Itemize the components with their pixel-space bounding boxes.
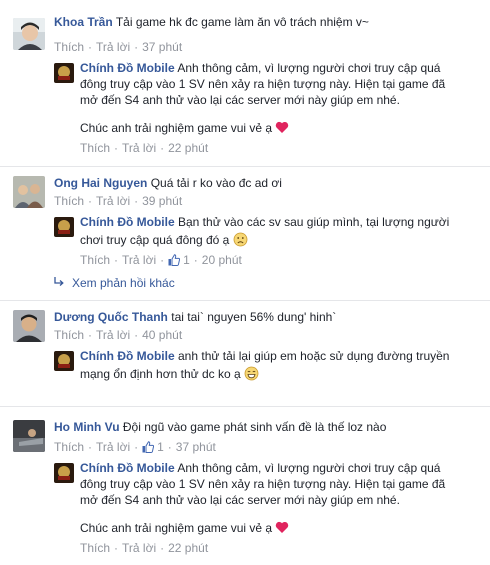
like-link[interactable]: Thích <box>54 40 84 54</box>
comment-author[interactable]: Dương Quốc Thanh <box>54 310 168 324</box>
comment-text: Quá tải r ko vào đc ad ơi <box>150 176 282 190</box>
reply-link[interactable]: Trả lời <box>96 328 130 342</box>
reply-author[interactable]: Chính Đồ Mobile <box>80 61 175 75</box>
chinh-do-logo-icon <box>54 63 74 83</box>
comment-author[interactable]: Ong Hai Nguyen <box>54 176 147 190</box>
reply-link[interactable]: Trả lời <box>96 40 130 54</box>
comment-text: Tải game hk đc game làm ăn vô trách nhiệ… <box>115 15 369 29</box>
comment-timestamp[interactable]: 37 phút <box>142 40 182 54</box>
meta-dot: · <box>134 194 139 208</box>
comment-author[interactable]: Ho Minh Vu <box>54 420 120 434</box>
like-link[interactable]: Thích <box>54 328 84 342</box>
reply-text-line-3: mở đến S4 anh thử vào lại các server mới… <box>80 93 400 107</box>
avatar-photo <box>13 420 45 452</box>
reply-text-line-2: chơi truy cập quá đông đó ạ <box>80 233 230 247</box>
reply-timestamp[interactable]: 22 phút <box>168 541 208 555</box>
meta-dot: · <box>160 541 165 555</box>
avatar-photo <box>13 310 45 342</box>
page-avatar[interactable] <box>54 217 74 237</box>
avatar-photo <box>13 18 45 50</box>
meta-dot: · <box>114 253 119 267</box>
reply-text-line-1: Anh thông cảm, vì lượng người chơi truy … <box>177 461 441 475</box>
reply-text-line-2: đông truy cập vào 1 SV nên xảy ra hiện t… <box>80 477 446 491</box>
comment-text: Đội ngũ vào game phát sinh vấn đề là thế… <box>122 420 387 434</box>
reply-text-line-1: anh thử tải lại giúp em hoặc sử dụng đườ… <box>178 349 450 363</box>
reply-arrow-icon <box>54 277 64 286</box>
like-link[interactable]: Thích <box>80 141 110 155</box>
comment-separator <box>0 300 490 301</box>
comment-actions: Thích · Trả lời · 40 phút <box>54 327 182 343</box>
sad-face-icon <box>233 232 248 247</box>
reply-author[interactable]: Chính Đồ Mobile <box>80 461 175 475</box>
like-count[interactable]: 1 <box>157 440 164 454</box>
meta-dot: · <box>114 141 119 155</box>
reply-actions: Thích · Trả lời · 22 phút <box>80 140 208 156</box>
reply-link[interactable]: Trả lời <box>122 541 156 555</box>
avatar-khoa-tran[interactable] <box>13 18 45 50</box>
reply-timestamp[interactable]: 22 phút <box>168 141 208 155</box>
like-link[interactable]: Thích <box>80 541 110 555</box>
meta-dot: · <box>114 541 119 555</box>
comment-text: tai tai` nguyen 56% dung' hinh` <box>171 310 337 324</box>
meta-dot: · <box>134 40 139 54</box>
comment-actions: Thích · Trả lời · 39 phút <box>54 193 182 209</box>
comment-separator <box>0 166 490 167</box>
like-thumb-icon <box>168 254 181 266</box>
heart-icon <box>276 521 289 533</box>
comment-timestamp[interactable]: 39 phút <box>142 194 182 208</box>
chinh-do-logo-icon <box>54 463 74 483</box>
reply-closing: Chúc anh trải nghiệm game vui vẻ ạ <box>80 521 273 535</box>
comment-actions: Thích · Trả lời · 37 phút <box>54 39 182 55</box>
page-avatar[interactable] <box>54 463 74 483</box>
meta-dot: · <box>134 328 139 342</box>
avatar-ho-minh-vu[interactable] <box>13 420 45 452</box>
like-link[interactable]: Thích <box>54 194 84 208</box>
avatar-ong-hai-nguyen[interactable] <box>13 176 45 208</box>
like-thumb-icon <box>142 441 155 453</box>
reply-link[interactable]: Trả lời <box>122 141 156 155</box>
reply-text-line-3: mở đến S4 anh thử vào lại các server mới… <box>80 493 400 507</box>
page-avatar[interactable] <box>54 63 74 83</box>
reply-timestamp[interactable]: 20 phút <box>202 253 242 267</box>
reply-link[interactable]: Trả lời <box>122 253 156 267</box>
reply-link[interactable]: Trả lời <box>96 440 130 454</box>
comment-author[interactable]: Khoa Trần <box>54 15 113 29</box>
meta-dot: · <box>160 253 165 267</box>
comment-actions: Thích · Trả lời · 1 · 37 phút <box>54 439 216 455</box>
meta-dot: · <box>193 253 198 267</box>
reply-text-line-1: Bạn thử vào các sv sau giúp mình, tại lư… <box>178 215 450 229</box>
reply-text-line-1: Anh thông cảm, vì lượng người chơi truy … <box>177 61 441 75</box>
reply-actions: Thích · Trả lời · 1 · 20 phút <box>80 252 242 268</box>
like-count[interactable]: 1 <box>183 253 190 267</box>
grin-face-icon <box>244 366 259 381</box>
meta-dot: · <box>88 440 93 454</box>
heart-icon <box>276 121 289 133</box>
meta-dot: · <box>88 194 93 208</box>
avatar-photo <box>13 176 45 208</box>
reply-actions: Thích · Trả lời · 22 phút <box>80 540 208 556</box>
page-avatar[interactable] <box>54 351 74 371</box>
reply-closing: Chúc anh trải nghiệm game vui vẻ ạ <box>80 121 273 135</box>
comment-separator <box>0 406 490 407</box>
meta-dot: · <box>160 141 165 155</box>
reply-author[interactable]: Chính Đồ Mobile <box>80 349 175 363</box>
reply-author[interactable]: Chính Đồ Mobile <box>80 215 175 229</box>
like-link[interactable]: Thích <box>80 253 110 267</box>
avatar-duong-quoc-thanh[interactable] <box>13 310 45 342</box>
meta-dot: · <box>88 40 93 54</box>
reply-text-line-2: mạng ổn định hơn thử dc ko ạ <box>80 367 241 381</box>
reply-link[interactable]: Trả lời <box>96 194 130 208</box>
comment-timestamp[interactable]: 37 phút <box>176 440 216 454</box>
meta-dot: · <box>134 440 139 454</box>
meta-dot: · <box>88 328 93 342</box>
view-more-replies-label[interactable]: Xem phản hồi khác <box>72 276 175 290</box>
reply-text-line-2: đông truy cập vào 1 SV nên xảy ra hiện t… <box>80 77 446 91</box>
like-link[interactable]: Thích <box>54 440 84 454</box>
view-more-replies[interactable]: Xem phản hồi khác <box>54 275 175 291</box>
meta-dot: · <box>167 440 172 454</box>
comment-timestamp[interactable]: 40 phút <box>142 328 182 342</box>
chinh-do-logo-icon <box>54 217 74 237</box>
chinh-do-logo-icon <box>54 351 74 371</box>
